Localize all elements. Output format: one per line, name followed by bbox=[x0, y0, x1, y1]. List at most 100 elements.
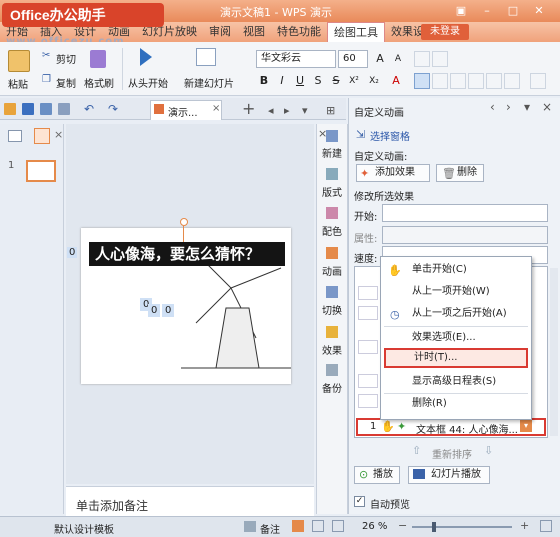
menu-drawing-tools[interactable]: 绘图工具 bbox=[327, 22, 385, 42]
fit-window-icon[interactable] bbox=[540, 520, 552, 532]
rotate-handle[interactable] bbox=[180, 218, 188, 226]
from-start-button[interactable]: 从头开始 bbox=[128, 75, 168, 90]
anim-tag[interactable]: 0 bbox=[67, 247, 78, 258]
paste-icon[interactable] bbox=[8, 50, 30, 72]
sidebar-item-layout[interactable]: 版式 bbox=[316, 184, 348, 199]
list-row[interactable] bbox=[358, 374, 378, 388]
start-select[interactable] bbox=[382, 204, 548, 222]
distribute-icon[interactable] bbox=[486, 73, 502, 89]
notes-button[interactable]: 备注 bbox=[260, 521, 280, 536]
subscript-icon[interactable]: X₂ bbox=[366, 73, 382, 89]
move-up-icon[interactable]: ⇧ bbox=[412, 444, 421, 457]
slide-title-textbox[interactable]: 人心像海，要怎么猜怀？ bbox=[89, 242, 285, 266]
menu-item-on-click[interactable]: 单击开始(C) bbox=[384, 260, 528, 280]
zoom-slider-thumb[interactable] bbox=[432, 522, 436, 532]
preview-icon[interactable] bbox=[58, 103, 70, 115]
autopreview-checkbox[interactable]: ✓ bbox=[354, 496, 365, 507]
anim-tag[interactable]: 0 bbox=[162, 304, 175, 317]
numbering-icon[interactable] bbox=[432, 51, 448, 67]
menu-item-remove[interactable]: 删除(R) bbox=[384, 394, 528, 414]
font-color-icon[interactable]: A bbox=[388, 73, 404, 89]
list-row[interactable] bbox=[358, 340, 378, 354]
tab-grid-icon[interactable]: ⊞ bbox=[326, 104, 335, 117]
list-row[interactable] bbox=[358, 394, 378, 408]
font-size-select[interactable]: 60 bbox=[338, 50, 368, 68]
zoom-out-icon[interactable]: − bbox=[398, 519, 407, 532]
sidebar-item-animation[interactable]: 动画 bbox=[316, 263, 348, 278]
column-icon[interactable] bbox=[504, 73, 520, 89]
backup-icon bbox=[326, 364, 338, 376]
tab-list-icon[interactable]: ▾ bbox=[302, 104, 308, 117]
notes-icon[interactable] bbox=[244, 521, 256, 532]
menu-special[interactable]: 特色功能 bbox=[271, 22, 327, 42]
copy-button[interactable]: 复制 bbox=[56, 75, 76, 90]
move-down-icon[interactable]: ⇩ bbox=[484, 444, 493, 457]
reading-view-icon[interactable] bbox=[332, 520, 344, 532]
pane-menu-icon[interactable]: ▾ bbox=[524, 100, 530, 114]
grow-font-icon[interactable]: A bbox=[372, 51, 388, 67]
normal-view-icon[interactable] bbox=[292, 520, 304, 532]
shadow-icon[interactable]: S bbox=[310, 73, 326, 89]
property-select[interactable] bbox=[382, 226, 548, 244]
select-pane-link[interactable]: 选择窗格 bbox=[370, 128, 410, 143]
list-row[interactable] bbox=[358, 286, 378, 300]
menu-item-after-previous[interactable]: 从上一项之后开始(A) bbox=[384, 304, 528, 324]
pane-forward-icon[interactable]: › bbox=[506, 100, 511, 114]
outline-tab-icon[interactable] bbox=[8, 130, 22, 142]
slides-tab-icon[interactable] bbox=[34, 128, 50, 144]
tab-close-icon[interactable]: × bbox=[212, 103, 220, 114]
zoom-in-icon[interactable]: + bbox=[520, 519, 529, 532]
list-scrollbar[interactable] bbox=[550, 268, 558, 436]
sidebar-item-color[interactable]: 配色 bbox=[316, 223, 348, 238]
sidebar-item-backup[interactable]: 备份 bbox=[316, 380, 348, 395]
align-right-icon[interactable] bbox=[450, 73, 466, 89]
sidebar-item-transition[interactable]: 切换 bbox=[316, 302, 348, 317]
paste-button[interactable]: 粘贴 bbox=[8, 76, 28, 91]
italic-icon[interactable]: I bbox=[274, 73, 290, 89]
sidebar-item-new[interactable]: 新建 bbox=[316, 145, 348, 160]
save-icon[interactable] bbox=[22, 103, 34, 115]
zoom-slider[interactable] bbox=[412, 526, 512, 528]
format-painter-button[interactable]: 格式刷 bbox=[84, 75, 114, 90]
sidebar-item-effects[interactable]: 效果 bbox=[316, 342, 348, 357]
pane-back-icon[interactable]: ‹ bbox=[490, 100, 495, 114]
panel-close-icon[interactable]: × bbox=[54, 128, 63, 141]
align-center-icon[interactable] bbox=[432, 73, 448, 89]
menu-review[interactable]: 审阅 bbox=[203, 22, 237, 42]
login-button[interactable]: 未登录 bbox=[421, 24, 469, 40]
shrink-font-icon[interactable]: A bbox=[390, 51, 406, 67]
menu-view[interactable]: 视图 bbox=[237, 22, 271, 42]
justify-icon[interactable] bbox=[468, 73, 484, 89]
menu-item-advanced-timeline[interactable]: 显示高级日程表(S) bbox=[384, 372, 528, 392]
slide-thumbnail[interactable] bbox=[26, 160, 56, 182]
redo-icon[interactable]: ↷ bbox=[108, 102, 118, 116]
row-dropdown-icon[interactable]: ▾ bbox=[520, 420, 532, 432]
open-folder-icon[interactable] bbox=[4, 103, 16, 115]
underline-icon[interactable]: U bbox=[292, 73, 308, 89]
bullets-icon[interactable] bbox=[414, 51, 430, 67]
undo-icon[interactable]: ↶ bbox=[84, 102, 94, 116]
anim-tag[interactable]: 0 bbox=[148, 304, 161, 317]
menu-item-with-previous[interactable]: 从上一项开始(W) bbox=[384, 282, 528, 302]
align-left-icon[interactable] bbox=[414, 73, 430, 89]
text-direction-icon[interactable] bbox=[530, 73, 546, 89]
strikethrough-icon[interactable]: S bbox=[328, 73, 344, 89]
menu-item-timing[interactable]: 计时(T)... bbox=[384, 348, 528, 368]
new-tab-button[interactable]: + bbox=[242, 99, 255, 118]
maximize-button[interactable]: □ bbox=[504, 3, 522, 19]
cut-button[interactable]: 剪切 bbox=[56, 51, 76, 66]
sorter-view-icon[interactable] bbox=[312, 520, 324, 532]
menu-item-effect-options[interactable]: 效果选项(E)... bbox=[384, 328, 528, 348]
superscript-icon[interactable]: X² bbox=[346, 73, 362, 89]
list-row[interactable] bbox=[358, 306, 378, 320]
tab-next-icon[interactable]: ▸ bbox=[284, 104, 290, 117]
font-name-select[interactable]: 华文彩云 bbox=[256, 50, 336, 68]
minimize-button[interactable]: – bbox=[478, 3, 496, 19]
print-icon[interactable] bbox=[40, 103, 52, 115]
tab-prev-icon[interactable]: ◂ bbox=[268, 104, 274, 117]
pane-close-icon[interactable]: × bbox=[542, 100, 552, 114]
skin-icon[interactable]: ▣ bbox=[452, 3, 470, 19]
new-slide-button[interactable]: 新建幻灯片 bbox=[184, 75, 234, 90]
bold-icon[interactable]: B bbox=[256, 73, 272, 89]
close-button[interactable]: ✕ bbox=[530, 3, 548, 19]
